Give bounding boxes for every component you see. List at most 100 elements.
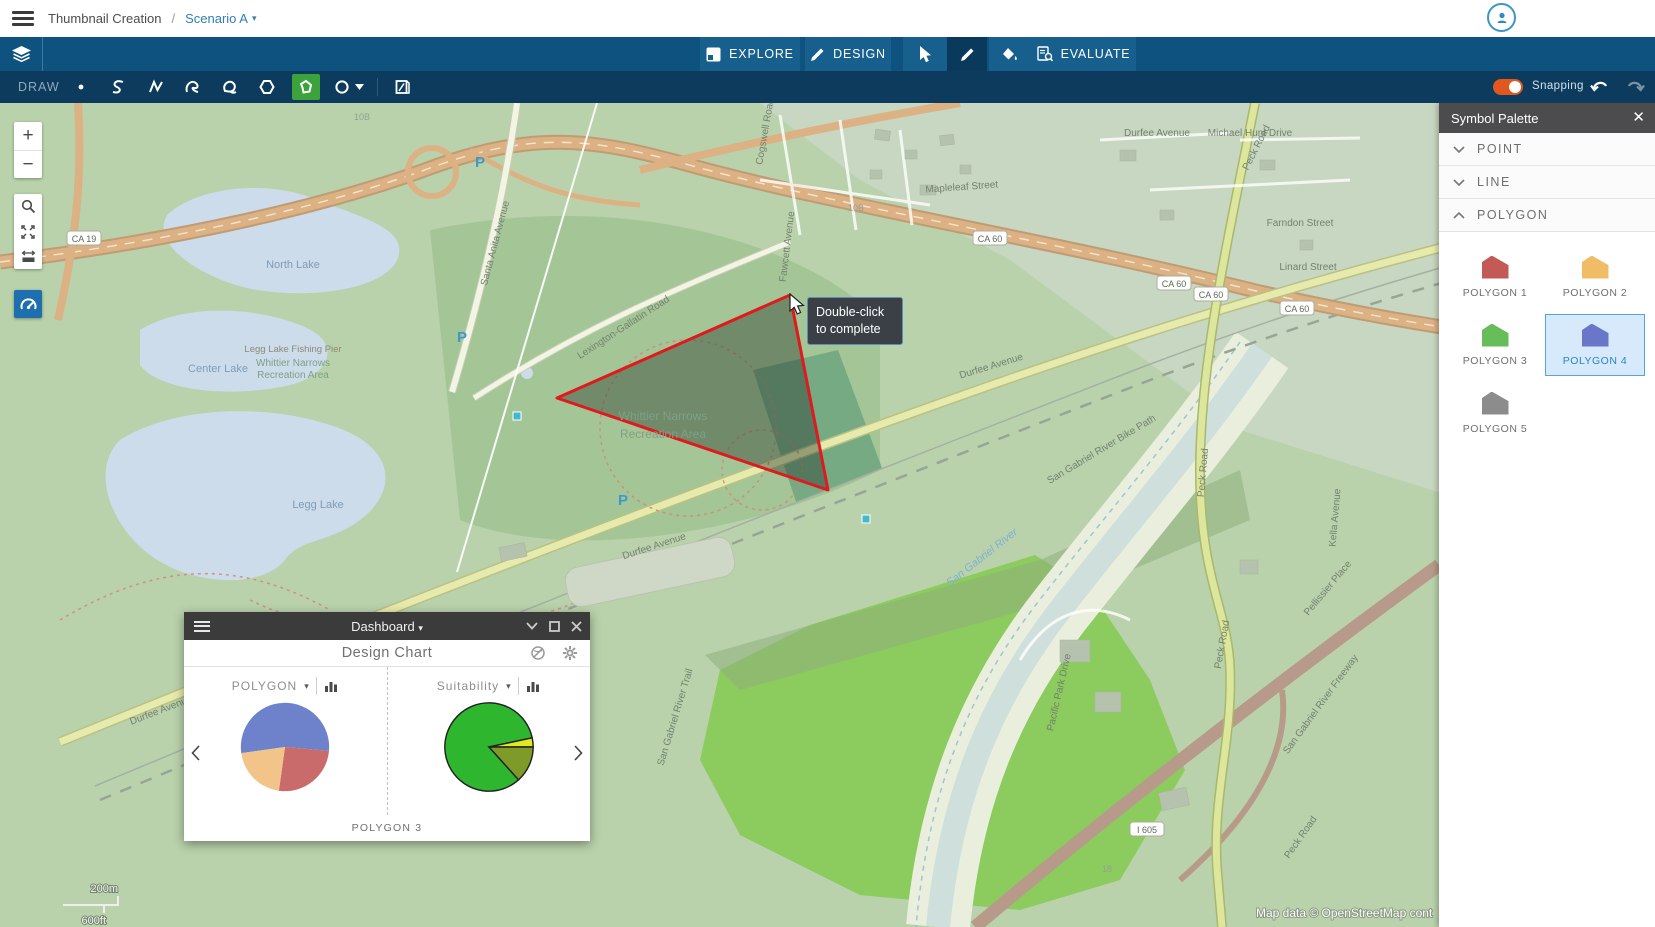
- vertex-handle[interactable]: [513, 412, 521, 420]
- chart-field-select[interactable]: Suitability: [437, 679, 499, 693]
- next-chart-button[interactable]: [574, 745, 583, 761]
- toggle-knob: [1509, 81, 1521, 93]
- pie-chart-suitability[interactable]: [441, 699, 537, 795]
- zoom-out-button[interactable]: −: [14, 150, 42, 178]
- chart-field-select[interactable]: POLYGON: [232, 679, 297, 693]
- curve-icon: [110, 79, 126, 95]
- symbol-palette-title: Symbol Palette: [1451, 111, 1538, 126]
- map-attribution: Map data © OpenStreetMap cont: [1256, 906, 1433, 920]
- map-label: Farndon Street: [1267, 218, 1334, 229]
- palette-section-point[interactable]: POINT: [1439, 133, 1655, 166]
- fill-tool-button[interactable]: [989, 37, 1031, 71]
- redo-button[interactable]: [1626, 77, 1645, 93]
- redo-icon: [1626, 77, 1645, 93]
- circle-tool-caret[interactable]: [352, 74, 366, 100]
- close-window-icon[interactable]: [571, 621, 582, 632]
- scenario-caret-icon[interactable]: ▾: [252, 13, 257, 24]
- palette-symbol-polygon-5[interactable]: POLYGON 5: [1445, 382, 1545, 444]
- svg-text:CA 19: CA 19: [72, 234, 97, 244]
- palette-symbol-polygon-2[interactable]: POLYGON 2: [1545, 246, 1645, 308]
- dashboard-toggle-button[interactable]: [14, 290, 42, 318]
- polygon-swatch-icon: [1482, 256, 1509, 279]
- chevron-down-icon: [1453, 178, 1465, 187]
- hexagon-icon: [259, 79, 275, 95]
- sketch-tool-button[interactable]: [947, 37, 987, 71]
- undo-button[interactable]: [1590, 77, 1609, 93]
- scale-metric: 200m: [90, 883, 118, 895]
- app-root: North LakeCenter LakeLegg LakeLegg Lake …: [0, 0, 1655, 927]
- draw-autocomplete-polygon-tool[interactable]: [253, 74, 281, 100]
- palette-symbol-polygon-3[interactable]: POLYGON 3: [1445, 314, 1545, 376]
- circle-icon: [334, 79, 350, 95]
- prev-chart-button[interactable]: [191, 745, 200, 761]
- mode-nav-bar: EXPLORE DESIGN: [0, 37, 1655, 71]
- draw-freehand-polygon-tool[interactable]: [216, 74, 244, 100]
- user-avatar[interactable]: [1487, 3, 1516, 32]
- mouse-cursor-icon: [789, 293, 807, 315]
- palette-symbol-label: POLYGON 4: [1563, 355, 1627, 367]
- palette-symbol-polygon-1[interactable]: POLYGON 1: [1445, 246, 1545, 308]
- chart-field-caret-icon[interactable]: ▾: [506, 681, 511, 692]
- palette-section-label: POLYGON: [1477, 208, 1548, 222]
- route-badge: I 605: [1130, 822, 1164, 836]
- chart-type-icon[interactable]: [324, 680, 339, 693]
- pie-chart-polygon[interactable]: [237, 699, 333, 795]
- map-label: Legg Lake: [292, 499, 343, 511]
- maximize-window-icon[interactable]: [549, 621, 560, 632]
- study-area-icon: [395, 79, 410, 95]
- palette-symbol-label: POLYGON 5: [1463, 423, 1527, 435]
- app-menu-icon[interactable]: [12, 11, 34, 26]
- tab-design[interactable]: DESIGN: [805, 37, 891, 71]
- sketch-pencil-icon: [960, 47, 975, 62]
- chart-settings-gear-icon[interactable]: [562, 645, 578, 661]
- symbol-palette-header: Symbol Palette ✕: [1439, 103, 1655, 133]
- visibility-off-icon[interactable]: [530, 645, 546, 661]
- parking-marker: P: [457, 329, 467, 346]
- measure-icon: [21, 250, 36, 263]
- palette-section-polygon[interactable]: POLYGON: [1439, 199, 1655, 232]
- freehand-line-icon: [185, 79, 201, 95]
- draw-polygon-tool-active[interactable]: [292, 74, 320, 100]
- draw-polyline-tool[interactable]: [142, 74, 170, 100]
- select-tool-button[interactable]: [903, 37, 947, 71]
- polygon-swatch-icon: [1582, 324, 1609, 347]
- polygon-swatch-icon: [1482, 392, 1509, 415]
- map-label: Durfee Avenue: [1124, 128, 1190, 139]
- chart-cell-polygon: POLYGON ▾: [184, 667, 387, 815]
- dashboard-footer-label: POLYGON 3: [184, 815, 590, 841]
- dashboard-window: Dashboard ▾ Design Chart: [184, 612, 590, 841]
- measure-button[interactable]: [14, 244, 42, 269]
- palette-close-icon[interactable]: ✕: [1632, 108, 1645, 126]
- draw-point-tool[interactable]: [67, 74, 95, 100]
- chart-field-caret-icon[interactable]: ▾: [304, 681, 309, 692]
- palette-symbol-polygon-4[interactable]: POLYGON 4: [1545, 314, 1645, 376]
- dashboard-title-caret-icon: ▾: [418, 623, 423, 633]
- zoom-control: + −: [14, 122, 42, 178]
- full-extent-button[interactable]: [14, 219, 42, 244]
- draw-toolbar: DRAW: [0, 71, 1655, 103]
- dashboard-subheader: Design Chart: [184, 640, 590, 667]
- map-tools-panel: [14, 194, 42, 269]
- dashboard-titlebar[interactable]: Dashboard ▾: [184, 612, 590, 640]
- divider: [316, 677, 317, 695]
- chart-type-icon[interactable]: [526, 680, 541, 693]
- polyline-icon: [148, 79, 164, 95]
- draw-curve-tool[interactable]: [104, 74, 132, 100]
- collapse-window-icon[interactable]: [526, 622, 538, 630]
- zoom-in-button[interactable]: +: [14, 122, 42, 150]
- evaluate-icon: [1037, 46, 1053, 62]
- breadcrumb-scenario[interactable]: Scenario A: [185, 11, 248, 26]
- layers-button[interactable]: [0, 37, 43, 71]
- map-label: 18: [1102, 864, 1112, 874]
- snapping-toggle[interactable]: [1493, 79, 1523, 95]
- extent-arrows-icon: [21, 225, 35, 239]
- chart-cell-suitability: Suitability ▾: [387, 667, 591, 815]
- search-button[interactable]: [14, 194, 42, 219]
- tab-evaluate[interactable]: EVALUATE: [1031, 37, 1136, 71]
- palette-section-line[interactable]: LINE: [1439, 166, 1655, 199]
- draw-freehand-line-tool[interactable]: [179, 74, 207, 100]
- vertex-handle[interactable]: [862, 515, 870, 523]
- draw-toolbar-label: DRAW: [18, 80, 60, 94]
- tab-explore[interactable]: EXPLORE: [700, 37, 800, 71]
- draw-study-area-tool[interactable]: [388, 74, 416, 100]
